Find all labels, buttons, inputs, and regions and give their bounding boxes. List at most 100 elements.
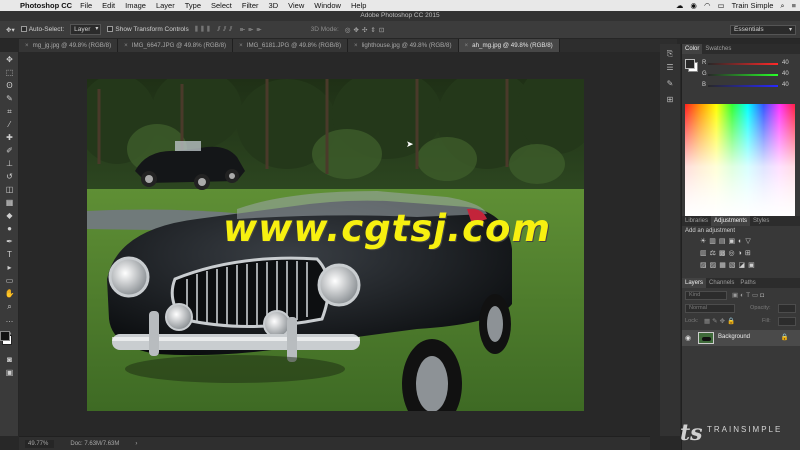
opacity-label: Opacity: xyxy=(750,305,771,311)
transform-controls-checkbox[interactable]: Show Transform Controls xyxy=(107,26,189,33)
blend-mode-select[interactable]: Normal xyxy=(685,304,735,313)
close-icon[interactable]: × xyxy=(354,42,358,49)
menu-image[interactable]: Image xyxy=(125,1,146,10)
close-icon[interactable]: × xyxy=(124,42,128,49)
battery-icon[interactable]: ▭ xyxy=(717,1,724,10)
move-tool-preset-icon[interactable]: ✥▾ xyxy=(6,26,15,34)
tab-channels[interactable]: Channels xyxy=(706,278,737,288)
actions-panel-icon[interactable]: ✎ xyxy=(664,78,676,89)
menu-window[interactable]: Window xyxy=(314,1,341,10)
eyedropper-tool-icon[interactable]: ⁄ xyxy=(3,119,16,130)
tab-adjustments[interactable]: Adjustments xyxy=(711,216,751,226)
menu-type[interactable]: Type xyxy=(185,1,201,10)
collapsed-panel-strip: ⎘ ☰ ✎ ⊞ xyxy=(660,44,680,436)
lock-icon[interactable]: 🔒 xyxy=(781,333,789,341)
history-panel-icon[interactable]: ⎘ xyxy=(664,48,676,59)
brush-tool-icon[interactable]: ✐ xyxy=(3,145,16,156)
properties-panel-icon[interactable]: ☰ xyxy=(664,62,676,73)
tab-swatches[interactable]: Swatches xyxy=(702,44,734,54)
adjustment-icons[interactable]: ☀▥▤▣◐▽ ▥⚖▩◎◑⊞ ▨▨▦▧◪▣ xyxy=(700,236,780,272)
close-icon[interactable]: × xyxy=(25,42,29,49)
tab-styles[interactable]: Styles xyxy=(750,216,772,226)
tab-layers[interactable]: Layers xyxy=(682,278,707,288)
status-menu-arrow-icon[interactable]: › xyxy=(135,441,137,447)
layer-filter-icons[interactable]: ▣◐T▭◘ xyxy=(732,291,766,299)
doc-size[interactable]: Doc: 7.63M/7.63M xyxy=(70,441,119,447)
g-value[interactable]: 40 xyxy=(782,71,789,77)
tab-img-6181[interactable]: × IMG_6181.JPG @ 49.8% (RGB/8) xyxy=(233,39,349,52)
tab-libraries[interactable]: Libraries xyxy=(682,216,711,226)
blur-tool-icon[interactable]: ◆ xyxy=(3,210,16,221)
healing-brush-tool-icon[interactable]: ✚ xyxy=(3,132,16,143)
menu-3d[interactable]: 3D xyxy=(269,1,279,10)
wifi-icon[interactable]: ◠ xyxy=(704,1,711,10)
history-brush-tool-icon[interactable]: ↺ xyxy=(3,171,16,182)
layer-kind-filter[interactable]: Kind xyxy=(685,291,727,300)
menu-edit[interactable]: Edit xyxy=(102,1,115,10)
close-icon[interactable]: × xyxy=(465,42,469,49)
quick-mask-icon[interactable]: ◙ xyxy=(3,354,16,365)
type-tool-icon[interactable]: T xyxy=(3,249,16,260)
menu-view[interactable]: View xyxy=(288,1,304,10)
lasso-tool-icon[interactable]: ʘ xyxy=(3,80,16,91)
b-slider[interactable] xyxy=(708,85,778,87)
tab-label: ah_mg.jpg @ 49.8% (RGB/8) xyxy=(472,42,553,49)
tab-label: mg_jg.jpg @ 49.8% (RGB/8) xyxy=(32,42,112,49)
more-tools-icon[interactable]: … xyxy=(3,314,16,325)
pen-tool-icon[interactable]: ✒ xyxy=(3,236,16,247)
eye-icon[interactable]: ◉ xyxy=(690,1,697,10)
layer-name[interactable]: Background xyxy=(718,334,750,340)
menu-file[interactable]: File xyxy=(80,1,92,10)
marquee-tool-icon[interactable]: ⬚ xyxy=(3,67,16,78)
hand-tool-icon[interactable]: ✋ xyxy=(3,288,16,299)
r-slider[interactable] xyxy=(708,63,778,65)
app-name-menu[interactable]: Photoshop CC xyxy=(20,1,72,10)
quick-select-tool-icon[interactable]: ✎ xyxy=(3,93,16,104)
document-tabs: × mg_jg.jpg @ 49.8% (RGB/8) × IMG_6647.JPG… xyxy=(19,39,677,52)
lock-icons[interactable]: ▦✎✥🔒 xyxy=(704,317,737,325)
foreground-color-swatch[interactable] xyxy=(0,331,10,341)
r-value[interactable]: 40 xyxy=(782,60,789,66)
path-select-tool-icon[interactable]: ▸ xyxy=(3,262,16,273)
align-icons[interactable]: ⫼⫼⫼ ⫽⫽⫽ ⊪⊪⊪ xyxy=(195,26,265,34)
tab-img-6647[interactable]: × IMG_6647.JPG @ 49.8% (RGB/8) xyxy=(118,39,234,52)
eraser-tool-icon[interactable]: ◫ xyxy=(3,184,16,195)
tab-lighthouse[interactable]: × lighthouse.jpg @ 49.8% (RGB/8) xyxy=(348,39,459,52)
creative-cloud-icon[interactable]: ☁ xyxy=(676,1,684,10)
character-panel-icon[interactable]: ⊞ xyxy=(664,94,676,105)
3d-mode-icons[interactable]: ◎✥✣⇕⊡ xyxy=(345,26,387,34)
tab-ah-mg[interactable]: × ah_mg.jpg @ 49.8% (RGB/8) xyxy=(458,39,560,52)
menu-select[interactable]: Select xyxy=(211,1,232,10)
visibility-eye-icon[interactable]: ◉ xyxy=(685,334,691,342)
tab-paths[interactable]: Paths xyxy=(737,278,758,288)
gradient-tool-icon[interactable]: ▦ xyxy=(3,197,16,208)
list-icon[interactable]: ≡ xyxy=(792,1,796,10)
tab-color[interactable]: Color xyxy=(682,44,703,54)
layer-row-background[interactable]: ◉ Background 🔒 xyxy=(682,330,800,346)
auto-select-dropdown[interactable]: Layer xyxy=(70,24,102,35)
user-name[interactable]: Train Simple xyxy=(732,1,774,10)
workspace-switcher[interactable]: Essentials xyxy=(730,25,796,35)
crop-tool-icon[interactable]: ⌗ xyxy=(3,106,16,117)
fill-field[interactable] xyxy=(778,317,796,326)
zoom-tool-icon[interactable]: ⌕ xyxy=(3,301,16,312)
clone-stamp-tool-icon[interactable]: ⊥ xyxy=(3,158,16,169)
color-fg-swatch[interactable] xyxy=(685,59,695,69)
move-tool-icon[interactable]: ✥ xyxy=(3,54,16,65)
document-canvas[interactable]: www.cgtsj.com ➤ xyxy=(19,52,650,436)
shape-tool-icon[interactable]: ▭ xyxy=(3,275,16,286)
menu-layer[interactable]: Layer xyxy=(156,1,175,10)
zoom-level[interactable]: 49.77% xyxy=(25,439,55,448)
color-spectrum[interactable] xyxy=(685,104,795,218)
menu-filter[interactable]: Filter xyxy=(242,1,259,10)
tab-mg-jg[interactable]: × mg_jg.jpg @ 49.8% (RGB/8) xyxy=(19,39,119,52)
opacity-field[interactable] xyxy=(778,304,796,313)
menu-help[interactable]: Help xyxy=(351,1,366,10)
search-icon[interactable]: ⌕ xyxy=(780,1,784,11)
dodge-tool-icon[interactable]: ● xyxy=(3,223,16,234)
auto-select-checkbox[interactable]: Auto-Select: xyxy=(20,26,64,33)
screen-mode-icon[interactable]: ▣ xyxy=(3,367,16,378)
close-icon[interactable]: × xyxy=(239,42,243,49)
b-value[interactable]: 40 xyxy=(782,82,789,88)
g-slider[interactable] xyxy=(708,74,778,76)
